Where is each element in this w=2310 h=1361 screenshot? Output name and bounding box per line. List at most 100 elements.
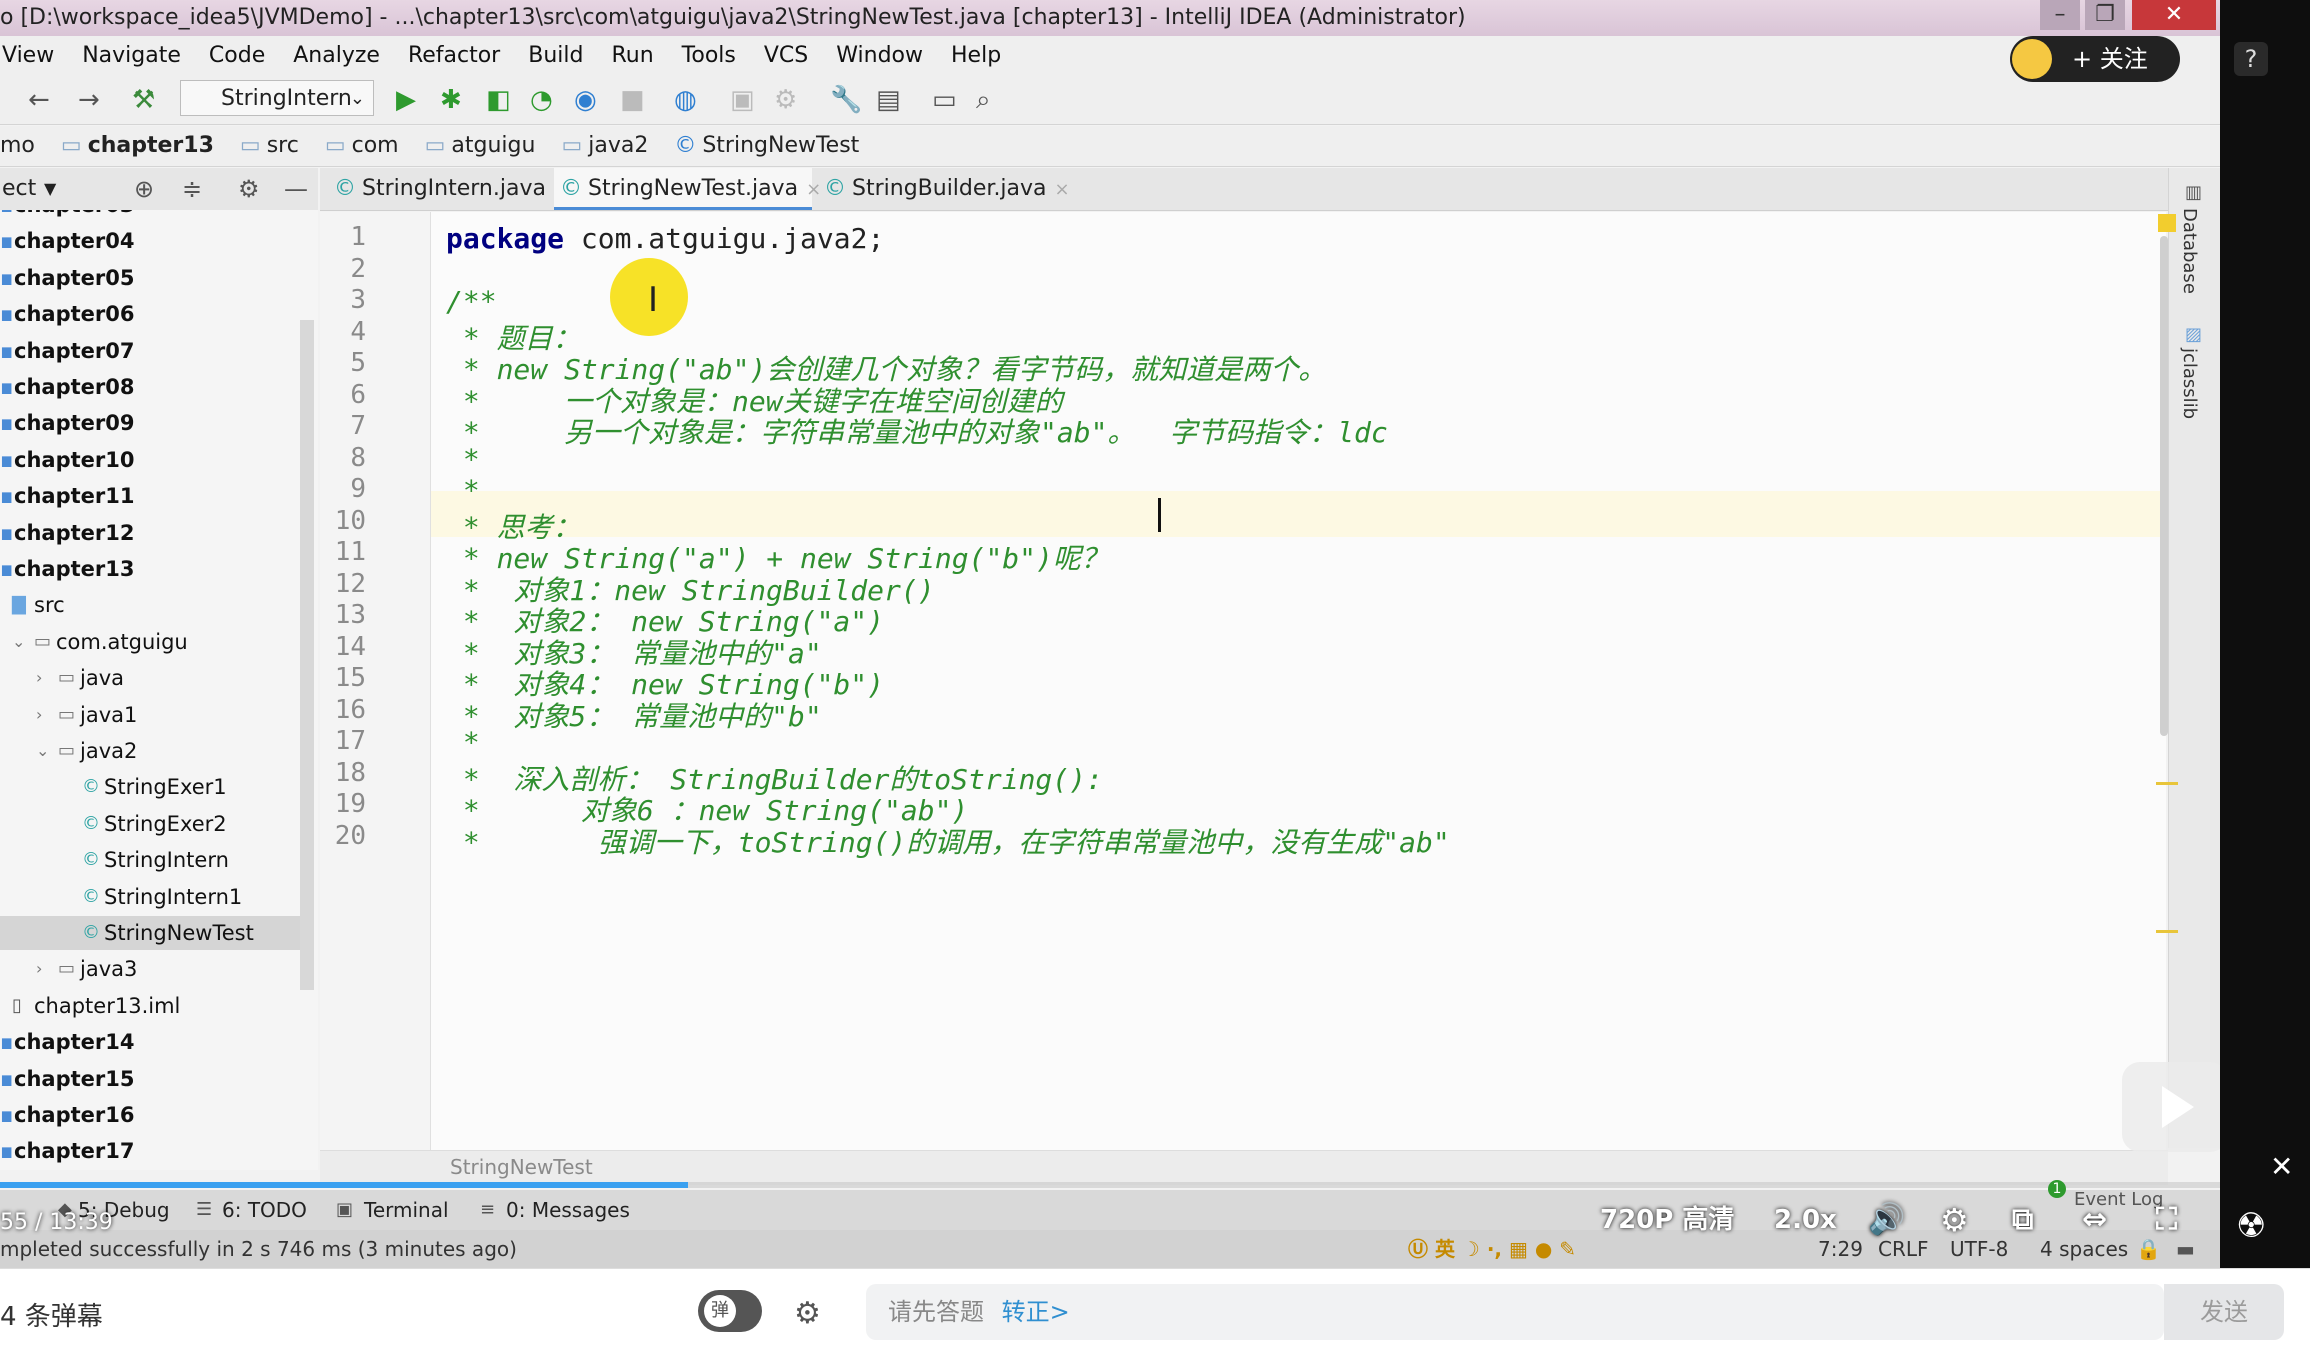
chevron-down-icon[interactable]: ▼ <box>44 168 56 210</box>
vcs-commit-icon[interactable]: ⚙ <box>774 84 797 116</box>
video-frame[interactable]: o [D:\workspace_idea5\JVMDemo] - ...\cha… <box>0 0 2220 1268</box>
danmu-settings-icon[interactable]: ⚙ <box>794 1296 821 1331</box>
chevron-right-icon[interactable]: › <box>36 698 42 732</box>
update-icon[interactable]: ◍ <box>674 84 697 116</box>
database-tool-tab[interactable]: Database <box>2179 208 2200 294</box>
current-line-highlight <box>320 491 2166 537</box>
fullscreen-icon[interactable]: ⛶ <box>2156 1200 2177 1240</box>
memory-indicator-icon[interactable]: ▬ <box>2176 1230 2195 1268</box>
build-hammer-icon[interactable]: ⚒ <box>132 84 155 116</box>
danmu-toggle[interactable]: 弹 <box>698 1290 762 1332</box>
warning-marker[interactable] <box>2156 930 2178 933</box>
breadcrumb-item[interactable]: src <box>267 133 299 158</box>
breadcrumb-item[interactable]: com <box>352 133 399 158</box>
menu-item-view[interactable]: View <box>2 43 54 68</box>
menu-item-build[interactable]: Build <box>528 43 583 68</box>
inspection-warning-icon[interactable] <box>2158 214 2176 232</box>
chevron-right-icon[interactable]: › <box>36 661 42 695</box>
help-icon[interactable]: ? <box>2234 42 2268 76</box>
tree-item-label: chapter14 <box>14 1030 135 1055</box>
expand-icon[interactable]: ✕ <box>2270 1150 2293 1183</box>
menu-item-vcs[interactable]: VCS <box>764 43 808 68</box>
minimize-button[interactable]: – <box>2040 0 2080 30</box>
menu-item-run[interactable]: Run <box>611 43 653 68</box>
maximize-button[interactable]: ❐ <box>2085 0 2125 30</box>
danmu-qualify-link[interactable]: 转正> <box>1002 1298 1070 1326</box>
stop-icon[interactable]: ■ <box>620 84 645 116</box>
module-icon: ▆ <box>2 525 12 540</box>
follow-button[interactable]: + 关注 <box>2010 36 2180 82</box>
breadcrumb-item[interactable]: java2 <box>588 133 648 158</box>
menu-item-window[interactable]: Window <box>836 43 923 68</box>
terminal-tool-tab[interactable]: Terminal <box>364 1190 449 1230</box>
play-overlay-button[interactable] <box>2122 1062 2220 1152</box>
settings-gear-icon[interactable]: ⚙ <box>1940 1200 1969 1240</box>
search-icon[interactable]: ⌕ <box>976 84 991 116</box>
breadcrumb-item[interactable]: chapter13 <box>88 133 214 158</box>
line-number: 16 <box>334 694 366 725</box>
chevron-down-icon[interactable]: ⌄ <box>36 734 49 768</box>
editor-tab[interactable]: ©StringIntern.java× <box>328 168 569 210</box>
picture-in-picture-icon[interactable]: ⧉ <box>2012 1200 2033 1240</box>
collapse-all-icon[interactable]: ≑ <box>182 168 202 210</box>
code-line: * 另一个对象是：字符串常量池中的对象"ab"。 字节码指令：ldc <box>446 411 1388 451</box>
warning-marker[interactable] <box>2156 782 2178 785</box>
breadcrumb-item[interactable]: atguigu <box>451 133 535 158</box>
debug-icon[interactable]: ✱ <box>440 84 462 116</box>
menu-item-analyze[interactable]: Analyze <box>293 43 380 68</box>
messages-tool-tab[interactable]: 0: Messages <box>506 1190 630 1230</box>
terminal-window-icon[interactable]: ▭ <box>932 84 957 116</box>
volume-icon[interactable]: 🔊 <box>1868 1200 1905 1240</box>
project-structure-icon[interactable]: ▤ <box>876 84 901 116</box>
editor-tab[interactable]: © StringNewTest.java × <box>554 168 821 210</box>
menu-item-navigate[interactable]: Navigate <box>82 43 181 68</box>
send-button[interactable]: 发送 <box>2164 1284 2284 1340</box>
run-icon[interactable]: ▶ <box>396 84 416 116</box>
comment-text: * 对象5： 常量池中的"b" <box>446 699 822 733</box>
jclasslib-tool-tab[interactable]: jclasslib <box>2179 348 2200 419</box>
back-icon[interactable]: ← <box>28 84 50 116</box>
close-button[interactable]: ✕ <box>2132 0 2216 30</box>
play-icon <box>2162 1086 2194 1128</box>
hide-panel-icon[interactable]: — <box>284 168 308 210</box>
coverage-icon[interactable]: ◧ <box>486 84 511 116</box>
menu-item-code[interactable]: Code <box>209 43 265 68</box>
speed-button[interactable]: 2.0x <box>1774 1200 1837 1240</box>
file-icon: ▯ <box>12 994 22 1016</box>
menu-item-tools[interactable]: Tools <box>682 43 736 68</box>
window-title-text: o [D:\workspace_idea5\JVMDemo] - ...\cha… <box>0 5 1466 30</box>
vcs-icon[interactable]: ▣ <box>730 84 755 116</box>
breadcrumb: mo ▭ chapter13 ▭ src ▭ com ▭ atguigu ▭ java2 © Strin… <box>0 126 2220 167</box>
menu-item-help[interactable]: Help <box>951 43 1001 68</box>
menu-item-refactor[interactable]: Refactor <box>408 43 500 68</box>
widescreen-icon[interactable]: ⇔ <box>2082 1200 2107 1240</box>
close-tab-icon[interactable]: × <box>1055 179 1070 200</box>
settings-wrench-icon[interactable]: 🔧 <box>830 84 862 116</box>
tree-item[interactable]: © StringNewTest <box>0 916 300 950</box>
breadcrumb-item[interactable]: mo <box>0 133 35 158</box>
share-icon[interactable]: ☢ <box>2236 1206 2266 1246</box>
danmu-input[interactable]: 请先答题 转正> <box>866 1284 2164 1340</box>
tree-item-label: StringExer1 <box>104 775 227 800</box>
tree-item-label: com.atguigu <box>56 629 188 654</box>
class-icon: © <box>82 776 100 798</box>
tree-item-label: chapter04 <box>14 229 135 254</box>
editor-scrollbar[interactable] <box>2160 236 2168 736</box>
chevron-down-icon[interactable]: ⌄ <box>12 625 25 659</box>
todo-tool-tab[interactable]: 6: TODO <box>222 1190 307 1230</box>
forward-icon[interactable]: → <box>78 84 100 116</box>
project-tree-scrollbar[interactable] <box>300 320 314 990</box>
quality-button[interactable]: 720P 高清 <box>1600 1200 1734 1240</box>
locate-icon[interactable]: ⊕ <box>134 168 154 210</box>
project-panel-title[interactable]: ect <box>2 168 36 210</box>
module-icon: ▆ <box>2 210 11 222</box>
line-number: 13 <box>334 600 366 630</box>
attach-icon[interactable]: ◉ <box>574 84 597 116</box>
breadcrumb-item[interactable]: StringNewTest <box>702 133 859 158</box>
profile-icon[interactable]: ◔ <box>530 84 553 116</box>
line-number: 6 <box>350 379 366 410</box>
gear-icon[interactable]: ⚙ <box>238 168 260 210</box>
run-config-select[interactable]: StringIntern ⌄ <box>180 80 374 116</box>
chevron-right-icon[interactable]: › <box>36 952 42 986</box>
editor-tab[interactable]: © StringBuilder.java × <box>818 168 1070 210</box>
